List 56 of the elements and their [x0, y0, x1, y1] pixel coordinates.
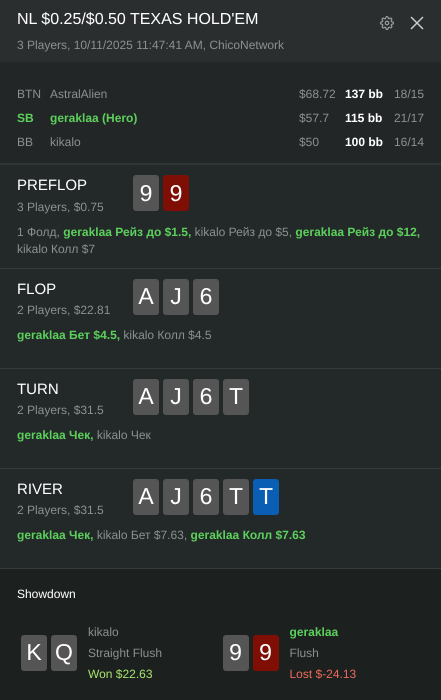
hand-rank: Straight Flush	[88, 644, 162, 662]
playing-card: 9	[133, 175, 159, 211]
playing-card: T	[223, 378, 249, 414]
street-name: RIVER	[17, 480, 64, 500]
player-name: geraklaa	[290, 624, 340, 640]
player-stack: $50	[299, 134, 320, 150]
player-name: kikalo	[88, 624, 120, 640]
player-position: SB	[17, 110, 35, 126]
player-stats: 18/15	[394, 86, 424, 102]
player-stats: 21/17	[394, 110, 424, 126]
playing-card: T	[253, 478, 279, 514]
window-title: NL $0.25/$0.50 TEXAS HOLD'EM	[17, 10, 260, 30]
playing-card: 6	[193, 378, 219, 414]
player-stats: 16/14	[394, 134, 424, 150]
player-position: BTN	[17, 86, 42, 102]
playing-card: 9	[222, 634, 248, 670]
playing-card: J	[163, 378, 189, 414]
street-info: 2 Players, $31.5	[17, 502, 105, 519]
settings-icon[interactable]	[380, 16, 394, 30]
player-name: AstralAlien	[50, 86, 108, 102]
player-name: geraklaa (Hero)	[50, 110, 138, 126]
action-log: 1 Фолд, geraklaa Рейз до $1.5, kikalo Рейз до $5, geraklaa Рейз до $12, kikalo Колл $7	[17, 224, 422, 258]
playing-card: K	[21, 634, 47, 670]
action-log: geraklaa Бет $4.5, kikalo Колл $4.5	[17, 327, 213, 344]
playing-card: Q	[51, 634, 77, 670]
street-info: 3 Players, $0.75	[17, 198, 105, 216]
hand-result: Won $22.63	[88, 666, 154, 682]
hand-result: Lost $-24.13	[290, 666, 356, 682]
playing-card: 9	[252, 634, 278, 670]
playing-card: A	[133, 278, 159, 314]
playing-card: 9	[163, 175, 189, 211]
street-info: 2 Players, $22.81	[17, 302, 112, 319]
section-title: Showdown	[17, 586, 77, 602]
player-big-blinds: 137 bb	[345, 86, 384, 102]
player-big-blinds: 100 bb	[345, 134, 384, 150]
playing-card: A	[133, 378, 159, 414]
player-position: BB	[17, 134, 34, 150]
player-big-blinds: 115 bb	[345, 110, 384, 126]
action-log: geraklaa Чек, kikalo Чек	[17, 427, 152, 444]
hand-rank: Flush	[290, 644, 320, 662]
street-name: FLOP	[17, 280, 58, 300]
street-info: 2 Players, $31.5	[17, 402, 105, 419]
playing-card: J	[163, 478, 189, 514]
street-name: TURN	[17, 380, 60, 400]
player-name: kikalo	[50, 134, 82, 150]
playing-card: J	[163, 278, 189, 314]
action-log: geraklaa Чек, kikalo Бет $7.63, geraklaa Колл $7.63	[17, 527, 307, 544]
playing-card: T	[223, 478, 249, 514]
street-name: PREFLOP	[17, 176, 88, 196]
playing-card: 6	[193, 278, 219, 314]
close-icon[interactable]	[410, 16, 424, 30]
player-stack: $57.7	[299, 110, 330, 126]
hand-info: 3 Players, 10/11/2025 11:47:41 AM, ChicoNetwork	[17, 37, 284, 54]
playing-card: A	[133, 478, 159, 514]
playing-card: 6	[193, 478, 219, 514]
player-stack: $68.72	[299, 86, 337, 102]
